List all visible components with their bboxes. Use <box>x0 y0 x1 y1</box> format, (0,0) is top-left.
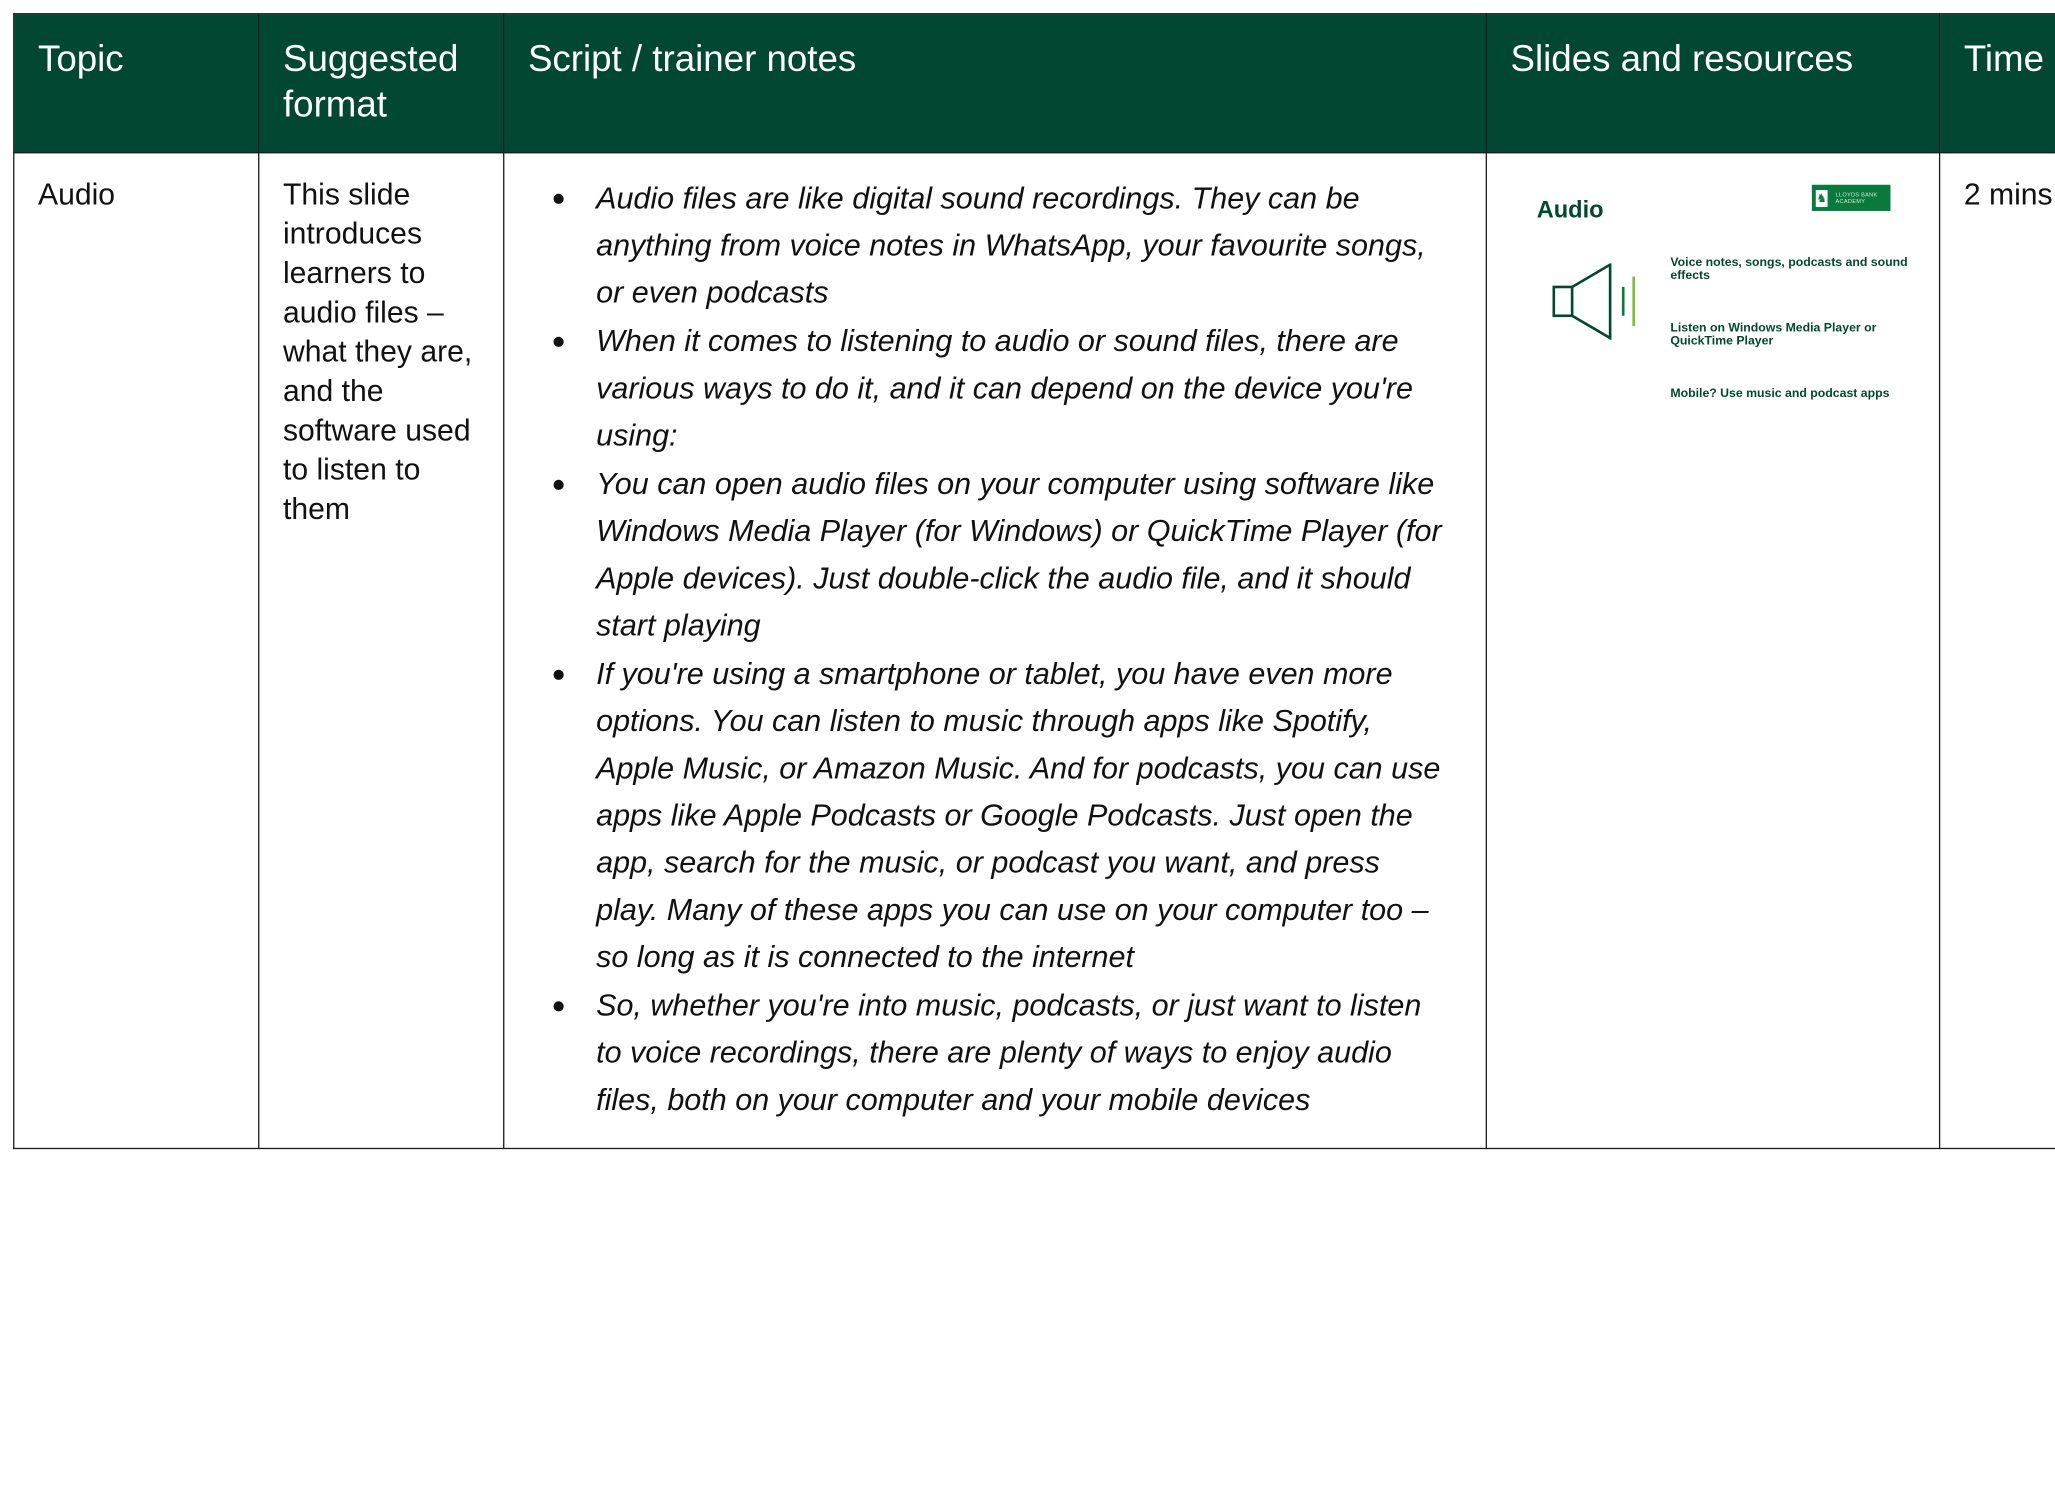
horse-icon: ♞ <box>1815 189 1828 207</box>
slide-title: Audio <box>1536 196 1604 223</box>
script-cell: ● Audio files are like digital sound rec… <box>503 151 1487 1150</box>
document-page: Topic Suggested format Script / trainer … <box>0 0 2055 1492</box>
script-notes-list: ● Audio files are like digital sound rec… <box>528 174 1462 1123</box>
table-row: Audio This slide introduces learners to … <box>13 151 2055 1150</box>
list-item: ● When it comes to listening to audio or … <box>552 317 1446 459</box>
slides-cell: Audio ♞ LLOYDS BANK ACADEMY Voice notes,… <box>1485 151 1941 1150</box>
note-text: So, whether you're into music, podcasts,… <box>596 987 1422 1117</box>
header-format-label: Suggested format <box>282 37 459 125</box>
bullet-icon: ● <box>551 327 566 354</box>
header-topic: Topic <box>13 13 260 154</box>
bullet-icon: ● <box>551 660 566 687</box>
lesson-plan-table: Topic Suggested format Script / trainer … <box>13 13 2055 1150</box>
bullet-icon: ● <box>551 184 566 211</box>
logo-text: LLOYDS BANK ACADEMY <box>1835 191 1878 205</box>
header-row: Topic Suggested format Script / trainer … <box>13 13 2055 154</box>
header-suggested-format: Suggested format <box>258 13 505 154</box>
slide-line-2: Listen on Windows Media Player or QuickT… <box>1670 319 1877 348</box>
format-text: This slide introduces learners to audio … <box>282 176 473 526</box>
time-cell: 2 mins <box>1938 151 2055 1150</box>
list-item: ● Audio files are like digital sound rec… <box>552 174 1446 316</box>
note-text: When it comes to listening to audio or s… <box>596 323 1413 453</box>
header-script: Script / trainer notes <box>503 13 1487 154</box>
list-item: ● You can open audio files on your comput… <box>552 460 1446 649</box>
note-text: Audio files are like digital sound recor… <box>596 180 1426 310</box>
bullet-icon: ● <box>551 991 566 1019</box>
speaker-icon <box>1552 263 1636 341</box>
slide-thumbnail: Audio ♞ LLOYDS BANK ACADEMY Voice notes,… <box>1511 184 1908 399</box>
slide-line-3: Mobile? Use music and podcast apps <box>1670 385 1890 400</box>
list-item: ● If you're using a smartphone or tablet,… <box>552 650 1446 980</box>
topic-cell: Audio <box>13 151 260 1150</box>
bullet-icon: ● <box>551 470 566 497</box>
list-item: ● So, whether you're into music, podcasts… <box>552 981 1446 1123</box>
format-cell: This slide introduces learners to audio … <box>258 151 505 1150</box>
note-text: If you're using a smartphone or tablet, … <box>596 656 1441 974</box>
header-slides: Slides and resources <box>1485 13 1941 154</box>
header-time: Time <box>1938 13 2055 154</box>
lloyds-logo: ♞ LLOYDS BANK ACADEMY <box>1811 184 1891 211</box>
note-text: You can open audio files on your compute… <box>596 466 1442 643</box>
slide-line-1: Voice notes, songs, podcasts and sound e… <box>1670 254 1908 282</box>
